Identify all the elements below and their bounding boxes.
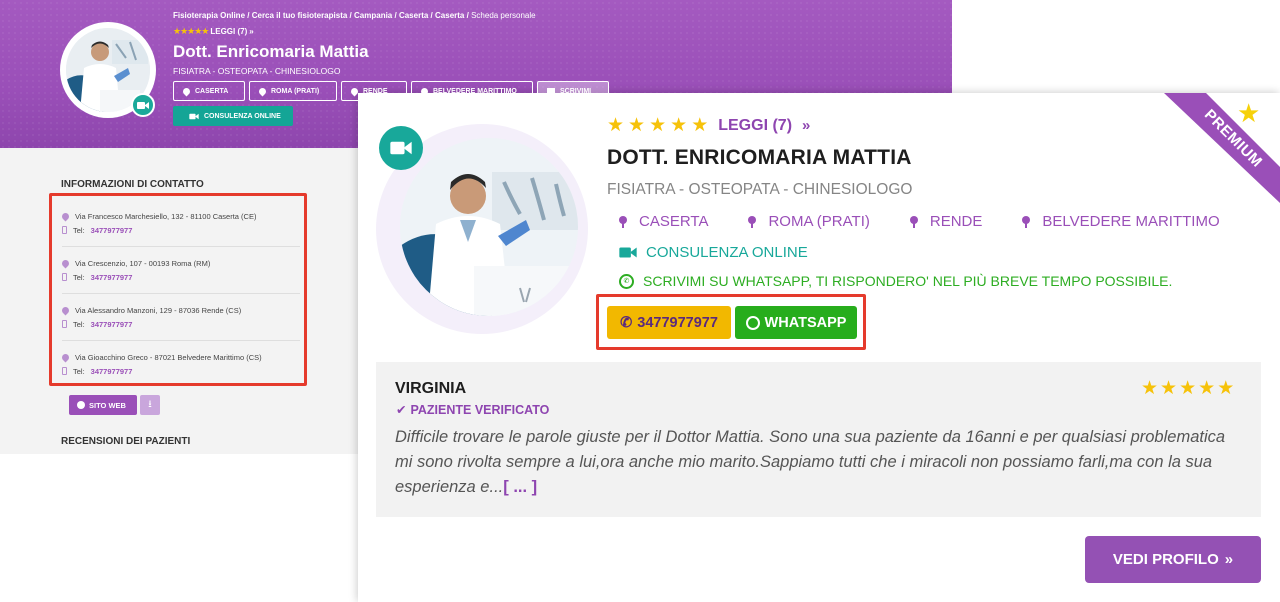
location-pin-icon	[619, 215, 627, 228]
chip-label: BELVEDERE MARITTIMO	[433, 87, 517, 95]
rating-link[interactable]: LEGGI (7)	[210, 27, 247, 36]
online-consult-label: CONSULENZA ONLINE	[646, 244, 808, 261]
chip-belvedere[interactable]: BELVEDERE MARITTIMO	[411, 81, 533, 101]
chip-rende[interactable]: RENDE	[341, 81, 407, 101]
header-rating[interactable]: ★★★★★ LEGGI (7) »	[173, 26, 254, 37]
phone-button-label: 3477977977	[637, 314, 718, 331]
location-label: ROMA (PRATI)	[768, 213, 870, 230]
video-camera-icon	[189, 113, 199, 119]
breadcrumb-item[interactable]: Campania	[354, 11, 392, 20]
breadcrumb-item[interactable]: Caserta	[399, 11, 428, 20]
chip-label: RENDE	[363, 87, 388, 95]
download-icon[interactable]: ⭳	[140, 395, 160, 415]
location-roma[interactable]: ROMA (PRATI)	[748, 213, 870, 230]
breadcrumb-item[interactable]: Fisioterapia Online	[173, 11, 245, 20]
chip-label: ROMA (PRATI)	[271, 87, 320, 95]
star-icon: ★	[628, 115, 646, 136]
star-icon: ★★★★★	[173, 26, 209, 36]
location-pin-icon	[349, 86, 360, 96]
video-camera-icon	[619, 247, 637, 258]
card-rating[interactable]: ★ ★ ★ ★ ★ LEGGI (7) »	[607, 116, 810, 135]
breadcrumb-item[interactable]: Caserta	[435, 11, 464, 20]
whatsapp-note: ✆ SCRIVIMI SU WHATSAPP, TI RISPONDERO' N…	[619, 273, 1172, 289]
read-more-link[interactable]: [ ... ]	[503, 478, 537, 496]
star-icon: ★	[1160, 378, 1178, 399]
location-pin-icon	[1022, 215, 1031, 228]
star-icon: ★	[1179, 378, 1197, 399]
website-label: SITO WEB	[89, 400, 126, 410]
video-call-icon	[379, 126, 423, 170]
location-pin-icon	[748, 215, 757, 228]
location-label: RENDE	[929, 213, 983, 230]
breadcrumb-current: Scheda personale	[471, 11, 536, 20]
star-icon: ★	[1141, 378, 1159, 399]
chevron-right-icon: »	[802, 117, 811, 134]
phone-icon: ✆	[620, 314, 633, 331]
review-text: Difficile trovare le parole giuste per i…	[395, 425, 1245, 500]
view-profile-label: VEDI PROFILO	[1112, 551, 1219, 568]
breadcrumb-separator: /	[394, 11, 397, 20]
verified-label: PAZIENTE VERIFICATO	[410, 402, 550, 417]
location-label: BELVEDERE MARITTIMO	[1042, 213, 1220, 230]
screenshot-stage: Fisioterapia Online / Cerca il tuo fisio…	[0, 0, 1280, 602]
breadcrumb-separator: /	[349, 11, 352, 20]
location-chips: CASERTA ROMA (PRATI) RENDE BELVEDERE MAR…	[173, 81, 609, 101]
chip-roma[interactable]: ROMA (PRATI)	[249, 81, 337, 101]
chip-caserta[interactable]: CASERTA	[173, 81, 245, 101]
location-rende[interactable]: RENDE	[909, 213, 983, 230]
location-pin-icon	[257, 86, 268, 96]
doctor-specialty-header: FISIATRA - OSTEOPATA - CHINESIOLOGO	[173, 66, 341, 76]
breadcrumb-separator: /	[430, 11, 433, 20]
verified-badge: ✔ PAZIENTE VERIFICATO	[396, 402, 550, 418]
star-icon: ★	[607, 115, 625, 136]
star-icon: ★	[1198, 378, 1216, 399]
check-icon: ✔	[396, 403, 407, 417]
star-icon: ★	[670, 115, 688, 136]
contact-section-title: INFORMAZIONI DI CONTATTO	[61, 179, 204, 190]
star-icon: ★	[1237, 98, 1261, 128]
highlight-box-addresses	[49, 193, 307, 386]
location-label: CASERTA	[639, 213, 709, 230]
whatsapp-icon: ✆	[619, 273, 634, 289]
doctor-specialty: FISIATRA - OSTEOPATA - CHINESIOLOGO	[607, 181, 913, 198]
chevron-right-icon: »	[249, 27, 254, 36]
whatsapp-icon	[745, 315, 760, 330]
whatsapp-button-label: WHATSAPP	[764, 314, 847, 331]
chip-label: SCRIVIMI	[560, 87, 592, 95]
view-profile-button[interactable]: VEDI PROFILO »	[1085, 536, 1261, 583]
location-pin-icon	[419, 86, 430, 96]
website-button[interactable]: SITO WEB	[69, 395, 137, 415]
breadcrumb-item[interactable]: Cerca il tuo fisioterapista	[252, 11, 348, 20]
online-consult-label: CONSULENZA ONLINE	[204, 112, 281, 120]
call-phone-button[interactable]: ✆ 3477977977	[607, 306, 731, 339]
chip-label: CASERTA	[195, 87, 229, 95]
star-icon: ★	[1217, 378, 1235, 399]
online-consult[interactable]: CONSULENZA ONLINE	[619, 244, 808, 261]
location-belvedere[interactable]: BELVEDERE MARITTIMO	[1022, 213, 1220, 230]
doctor-name-header: Dott. Enricomaria Mattia	[173, 42, 369, 61]
breadcrumb-separator: /	[247, 11, 250, 20]
whatsapp-button[interactable]: WHATSAPP	[735, 306, 857, 339]
location-list: CASERTA ROMA (PRATI) RENDE BELVEDERE MAR…	[619, 213, 1220, 230]
location-pin-icon	[909, 215, 918, 228]
message-icon	[547, 88, 555, 94]
reviews-section-title: RECENSIONI DEI PAZIENTI	[61, 436, 191, 447]
breadcrumb-separator: /	[466, 11, 469, 20]
review-stars: ★ ★ ★ ★ ★	[1141, 379, 1234, 398]
star-icon: ★	[691, 115, 709, 136]
location-pin-icon	[181, 86, 192, 96]
chip-scrivimi[interactable]: SCRIVIMI	[537, 81, 609, 101]
review-author: VIRGINIA	[395, 380, 467, 397]
video-call-icon	[131, 93, 155, 117]
doctor-photo-image	[400, 138, 578, 316]
doctor-name[interactable]: DOTT. ENRICOMARIA MATTIA	[607, 146, 912, 170]
star-icon: ★	[649, 115, 667, 136]
reviews-link[interactable]: LEGGI (7)	[718, 117, 792, 135]
globe-icon	[77, 401, 85, 409]
breadcrumb: Fisioterapia Online / Cerca il tuo fisio…	[173, 11, 536, 20]
whatsapp-note-text: SCRIVIMI SU WHATSAPP, TI RISPONDERO' NEL…	[643, 273, 1173, 289]
online-consult-button-header[interactable]: CONSULENZA ONLINE	[173, 106, 293, 126]
chevron-right-icon: »	[1224, 551, 1234, 568]
location-caserta[interactable]: CASERTA	[619, 213, 708, 230]
